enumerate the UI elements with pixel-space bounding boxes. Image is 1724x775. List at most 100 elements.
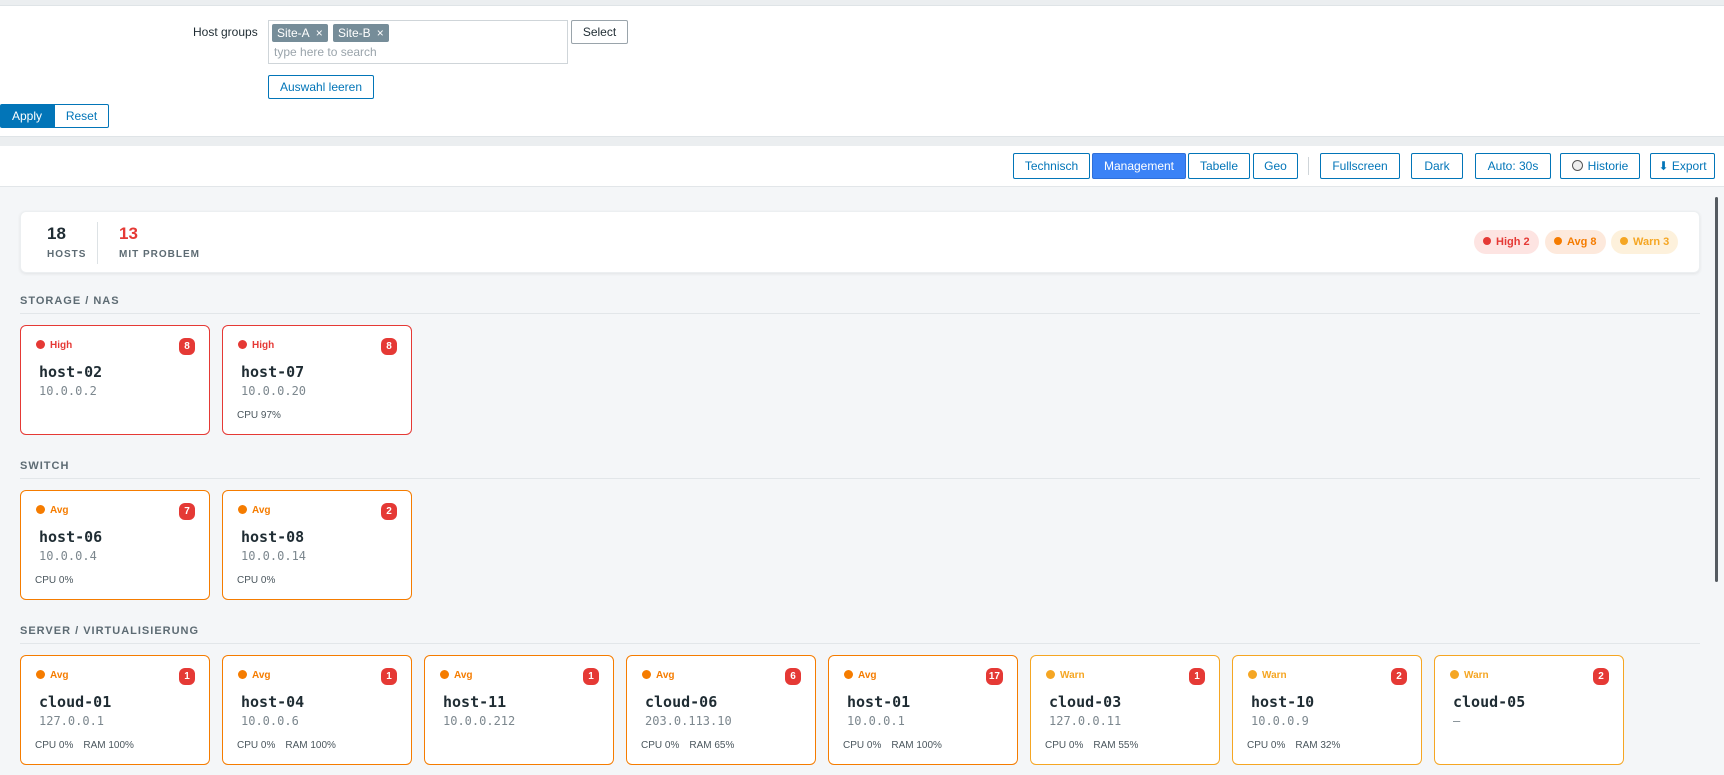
stat-divider [97,222,98,264]
host-ip: 203.0.113.10 [645,714,732,728]
severity-indicator: Warn [1450,670,1489,681]
host-name: host-11 [443,693,507,711]
problem-count-badge: 8 [381,338,397,355]
high-pill: High 2 [1474,230,1539,254]
reset-button[interactable]: Reset [54,104,109,128]
host-card[interactable]: High 8 host-07 10.0.0.20 CPU 97% [222,325,412,435]
severity-label: Avg [50,505,69,516]
host-card[interactable]: High 8 host-02 10.0.0.2 [20,325,210,435]
severity-indicator: Avg [642,670,675,681]
host-metrics: CPU 0% RAM 65% [641,740,734,751]
host-metrics: CPU 0% [237,575,275,586]
warn-pill: Warn 3 [1611,230,1679,254]
chip-remove-icon[interactable]: × [377,26,384,40]
severity-dot-icon [238,340,247,349]
avg-pill: Avg 8 [1545,230,1606,254]
severity-dot-icon [1046,670,1055,679]
severity-label: Avg [454,670,473,681]
avg-dot-icon [1554,237,1562,245]
history-button[interactable]: Historie [1560,153,1640,179]
host-ip: 127.0.0.1 [39,714,105,728]
metric-value: RAM 65% [689,740,735,751]
history-label: Historie [1587,159,1629,173]
problem-count-badge: 2 [1593,668,1609,685]
metric-value: CPU 0% [35,575,74,586]
tab-management[interactable]: Management [1092,153,1186,179]
metric-value: RAM 32% [1295,740,1341,751]
chip-remove-icon[interactable]: × [316,26,323,40]
metric-value: CPU 0% [843,740,882,751]
severity-label: Warn [1464,670,1489,681]
problem-count-badge: 1 [381,668,397,685]
host-card[interactable]: Warn 1 cloud-03 127.0.0.11 CPU 0% RAM 55% [1030,655,1220,765]
export-button[interactable]: ⬇ Export [1650,153,1715,179]
host-card[interactable]: Avg 6 cloud-06 203.0.113.10 CPU 0% RAM 65% [626,655,816,765]
summary-panel: 18 HOSTS 13 MIT PROBLEM High 2 Avg 8 War… [20,211,1700,273]
dark-mode-button[interactable]: Dark [1411,153,1463,179]
host-ip: — [1453,714,1461,728]
metric-value: CPU 97% [237,410,281,421]
host-name: host-07 [241,363,305,381]
hosts-label: HOSTS [47,249,87,260]
tab-technisch[interactable]: Technisch [1013,153,1090,179]
tab-geo[interactable]: Geo [1253,153,1298,179]
host-card[interactable]: Warn 2 cloud-05 — [1434,655,1624,765]
severity-dot-icon [440,670,449,679]
problem-count-badge: 1 [1189,668,1205,685]
host-ip: 10.0.0.20 [241,384,307,398]
metric-value: RAM 100% [83,740,134,751]
host-metrics: CPU 0% RAM 32% [1247,740,1340,751]
host-card[interactable]: Avg 17 host-01 10.0.0.1 CPU 0% RAM 100% [828,655,1018,765]
severity-label: Avg [252,670,271,681]
section-title: SERVER / VIRTUALISIERUNG [20,625,200,637]
high-pill-label: High 2 [1496,236,1530,248]
clock-icon [1571,160,1583,171]
host-card[interactable]: Avg 2 host-08 10.0.0.14 CPU 0% [222,490,412,600]
fullscreen-button[interactable]: Fullscreen [1320,153,1400,179]
severity-indicator: High [238,340,274,351]
metric-value: CPU 0% [1247,740,1286,751]
host-groups-multiselect[interactable]: Site-A × Site-B × type here to search [268,20,568,64]
severity-dot-icon [1450,670,1459,679]
problem-count-badge: 2 [381,503,397,520]
severity-indicator: Warn [1248,670,1287,681]
host-card[interactable]: Avg 1 host-04 10.0.0.6 CPU 0% RAM 100% [222,655,412,765]
metric-value: CPU 0% [35,740,74,751]
host-metrics: CPU 0% RAM 100% [35,740,134,751]
host-card[interactable]: Warn 2 host-10 10.0.0.9 CPU 0% RAM 32% [1232,655,1422,765]
severity-label: Avg [50,670,69,681]
severity-label: Warn [1262,670,1287,681]
severity-label: Avg [656,670,675,681]
severity-indicator: Warn [1046,670,1085,681]
filter-panel: Host groups Site-A × Site-B × type here to… [0,5,1724,137]
host-name: cloud-01 [39,693,112,711]
severity-indicator: Avg [238,670,271,681]
severity-indicator: Avg [36,670,69,681]
clear-selection-button[interactable]: Auswahl leeren [268,75,374,99]
host-name: cloud-06 [645,693,718,711]
scrollbar[interactable] [1715,197,1718,582]
problem-count-badge: 1 [583,668,599,685]
auto-refresh-button[interactable]: Auto: 30s [1475,153,1551,179]
high-dot-icon [1483,237,1491,245]
severity-indicator: Avg [36,505,69,516]
tab-tabelle[interactable]: Tabelle [1188,153,1250,179]
host-ip: 127.0.0.11 [1049,714,1122,728]
toolbar-divider [1308,157,1309,175]
host-ip: 10.0.0.2 [39,384,97,398]
host-card[interactable]: Avg 7 host-06 10.0.0.4 CPU 0% [20,490,210,600]
host-card[interactable]: Avg 1 cloud-01 127.0.0.1 CPU 0% RAM 100% [20,655,210,765]
host-name: host-02 [39,363,103,381]
apply-button[interactable]: Apply [0,104,54,128]
problem-count-badge: 17 [985,668,1003,685]
select-button[interactable]: Select [571,20,628,44]
host-groups-label: Host groups [193,25,258,39]
avg-pill-label: Avg 8 [1567,236,1597,248]
severity-dot-icon [36,670,45,679]
host-name: host-06 [39,528,103,546]
problem-count-badge: 8 [179,338,195,355]
section-title: SWITCH [20,460,70,472]
search-input[interactable]: type here to search [274,45,377,59]
host-card[interactable]: Avg 1 host-11 10.0.0.212 [424,655,614,765]
host-metrics: CPU 0% [35,575,73,586]
